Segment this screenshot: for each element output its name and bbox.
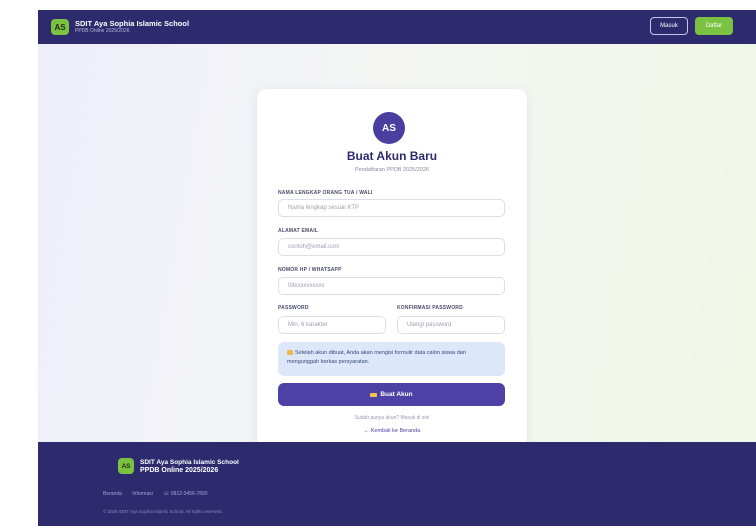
back-to-home-link[interactable]: ← Kembali ke Beranda — [257, 428, 527, 434]
school-logo[interactable]: AS — [51, 19, 69, 35]
brand-title: SDIT Aya Sophia Islamic School — [75, 19, 190, 28]
email-input[interactable]: contoh@email.com — [278, 238, 505, 256]
footer-subtitle: PPDB Online 2025/2026 — [140, 467, 219, 474]
main-content: AS Buat Akun Baru Pendaftaran PPDB 2025/… — [38, 44, 756, 462]
register-button[interactable]: Daftar — [695, 17, 733, 35]
create-account-label: Buat Akun — [380, 391, 413, 398]
phone-label: NOMOR HP / WHATSAPP — [278, 267, 342, 273]
footer-logo: AS — [118, 458, 134, 474]
footer: AS SDIT Aya Sophia Islamic School PPDB O… — [38, 442, 756, 526]
brand-subtitle: PPDB Online 2025/2026 — [75, 28, 130, 34]
email-label: ALAMAT EMAIL — [278, 228, 319, 234]
footer-link-info[interactable]: Informasi — [132, 491, 153, 497]
name-input[interactable]: Nama lengkap sesuai KTP — [278, 199, 505, 217]
confirm-password-label: KONFIRMASI PASSWORD — [397, 305, 463, 311]
brand[interactable]: SDIT Aya Sophia Islamic School PPDB Onli… — [75, 19, 189, 35]
info-text: Setelah akun dibuat, Anda akan mengisi f… — [287, 350, 466, 365]
top-navbar: AS SDIT Aya Sophia Islamic School PPDB O… — [38, 10, 756, 44]
create-account-button[interactable]: Buat Akun — [278, 383, 505, 406]
footer-title: SDIT Aya Sophia Islamic School — [140, 459, 239, 466]
clipboard-icon — [287, 350, 293, 355]
submit-icon — [370, 392, 378, 397]
avatar: AS — [373, 112, 405, 144]
confirm-password-input[interactable]: Ulangi password — [397, 316, 505, 334]
login-button[interactable]: Masuk — [650, 17, 688, 35]
phone-input[interactable]: 08xxxxxxxxxx — [278, 277, 505, 295]
footer-link-home[interactable]: Beranda — [103, 491, 122, 497]
name-label: NAMA LENGKAP ORANG TUA / WALI — [278, 190, 373, 196]
info-notice: Setelah akun dibuat, Anda akan mengisi f… — [278, 342, 505, 376]
login-prompt-link[interactable]: Sudah punya akun? Masuk di sini — [257, 415, 527, 421]
page-title: Buat Akun Baru — [346, 149, 438, 163]
password-input[interactable]: Min. 6 karakter — [278, 316, 386, 334]
footer-copyright: © 2026 SDIT Aya Sophia Islamic School. A… — [103, 509, 223, 514]
app-frame: AS SDIT Aya Sophia Islamic School PPDB O… — [38, 10, 756, 526]
footer-phone[interactable]: ☏ 0812-3456-7890 — [163, 491, 207, 497]
footer-links: Beranda Informasi ☏ 0812-3456-7890 — [103, 491, 217, 497]
register-card: AS Buat Akun Baru Pendaftaran PPDB 2025/… — [257, 89, 527, 462]
password-label: PASSWORD — [278, 305, 309, 311]
page-subtitle: Pendaftaran PPDB 2025/2026 — [354, 167, 429, 173]
